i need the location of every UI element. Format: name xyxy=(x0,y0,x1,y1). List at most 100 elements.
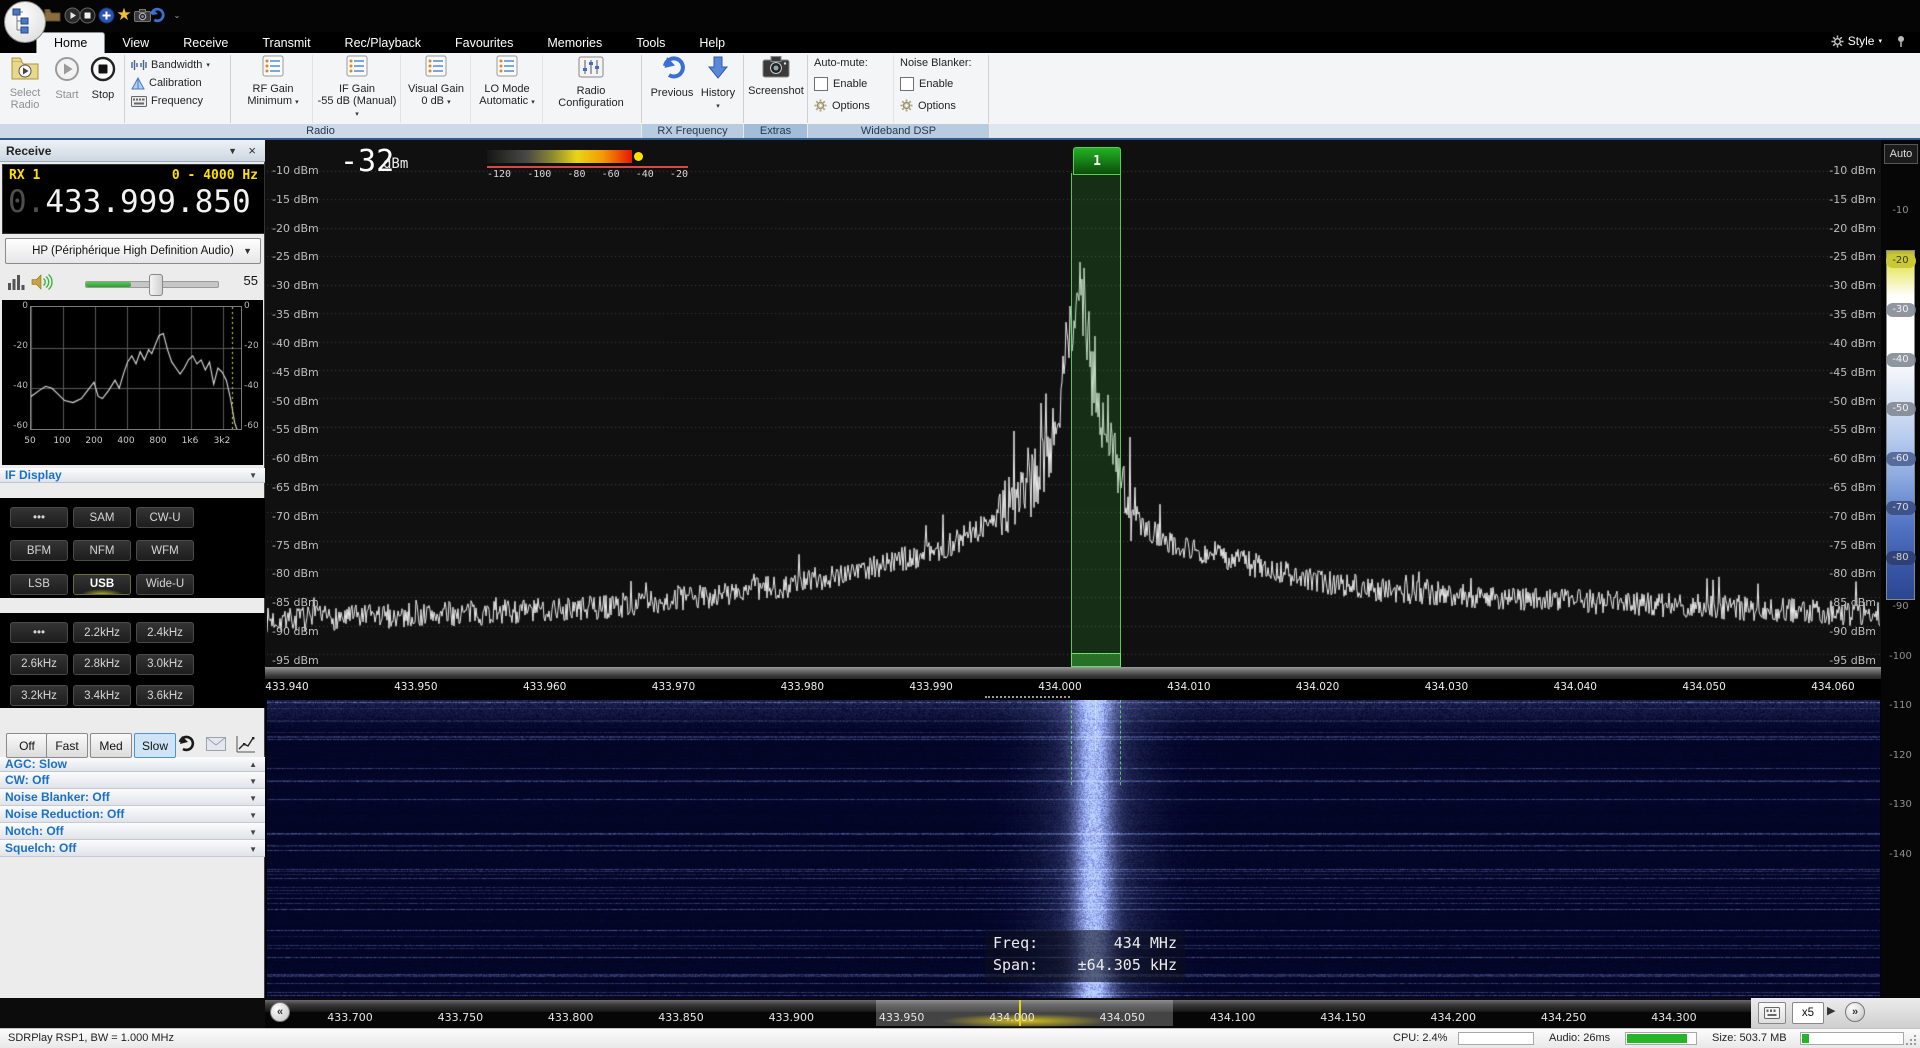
ribbon-tab[interactable]: Transmit xyxy=(245,33,327,53)
meter-tick: -100 xyxy=(527,169,552,180)
band-overview-bar[interactable]: 433.700 433.750 433.800 433.850 433.900 433.9… xyxy=(0,998,1920,1038)
noiseblanker-enable-checkbox[interactable]: Enable xyxy=(900,76,984,91)
ribbon-tab[interactable]: Tools xyxy=(619,33,682,53)
undo-icon[interactable] xyxy=(148,6,166,24)
resize-grip[interactable] xyxy=(1905,1034,1918,1047)
filter-button[interactable]: 3.2kHz xyxy=(10,685,68,707)
filter-button[interactable]: 2.6kHz xyxy=(10,653,68,675)
filter-button[interactable]: 2.8kHz xyxy=(73,653,131,675)
zoom-expand-icon[interactable]: ▶ xyxy=(1827,1004,1835,1017)
audio-device-select[interactable]: HP (Périphérique High Definition Audio) … xyxy=(5,238,261,264)
section-expand-icon[interactable]: ▼ xyxy=(249,842,257,858)
waterfall-display[interactable]: Freq: 434 MHz Span: ±64.305 kHz xyxy=(265,700,1881,998)
if-gain-button[interactable]: IF Gain -55 dB (Manual) ▾ xyxy=(316,55,398,121)
speaker-icon[interactable] xyxy=(31,273,53,291)
filter-button[interactable]: ••• xyxy=(10,622,68,643)
mode-button[interactable]: ••• xyxy=(10,507,68,528)
previous-button[interactable]: Previous xyxy=(648,55,696,99)
collapsed-section[interactable]: Noise Blanker: Off ▼ xyxy=(0,789,265,806)
agc-section[interactable]: AGC: Slow ▲ xyxy=(0,757,265,772)
section-expand-icon[interactable]: ▼ xyxy=(249,791,257,807)
favourite-star-icon[interactable]: ★ xyxy=(115,5,133,24)
bandwidth-button[interactable]: Bandwidth ▾ xyxy=(131,57,210,73)
collapsed-section[interactable]: Noise Reduction: Off ▼ xyxy=(0,806,265,823)
zoom-factor-button[interactable]: x5 xyxy=(1792,1002,1824,1024)
scroll-left-button[interactable]: « xyxy=(270,1002,290,1022)
mode-button[interactable]: LSB xyxy=(10,573,68,595)
collapsed-section[interactable]: Notch: Off ▼ xyxy=(0,823,265,840)
mode-button[interactable]: Wide-U xyxy=(136,573,194,595)
agc-button[interactable]: Med xyxy=(90,733,132,758)
ribbon-tab[interactable]: Rec/Playback xyxy=(328,33,438,53)
ribbon-tab[interactable]: View xyxy=(105,33,166,53)
mode-button[interactable]: WFM xyxy=(136,540,194,562)
mode-button[interactable]: BFM xyxy=(10,540,68,562)
automute-options-button[interactable]: Options xyxy=(814,98,890,113)
select-radio-button[interactable]: Select Radio xyxy=(4,55,46,111)
frequency-display[interactable]: RX 1 0 - 4000 Hz 0.433.999.850 xyxy=(2,164,265,234)
if-frequency-ruler[interactable]: 433.940 433.950 433.960 433.970 433.980 433.9… xyxy=(265,667,1881,700)
rf-gain-button[interactable]: RF Gain Minimum ▾ xyxy=(237,55,309,109)
visual-gain-button[interactable]: Visual Gain 0 dB ▾ xyxy=(404,55,468,109)
mode-button[interactable]: CW-U xyxy=(136,507,194,528)
agc-button[interactable]: Fast xyxy=(46,733,88,758)
automute-enable-checkbox[interactable]: Enable xyxy=(814,76,890,91)
ribbon-tab[interactable]: Home xyxy=(36,32,106,53)
equalizer-icon[interactable] xyxy=(7,274,25,291)
radio-configuration-button[interactable]: Radio Configuration xyxy=(546,55,636,109)
agc-button[interactable]: Off xyxy=(6,733,48,758)
zoom-controls: x5 ▶ » xyxy=(1751,998,1920,1028)
scroll-right-button[interactable]: » xyxy=(1845,1002,1865,1022)
mode-button[interactable]: USB xyxy=(73,573,131,595)
filter-button[interactable]: 2.4kHz xyxy=(136,622,194,643)
ribbon-tab[interactable]: Receive xyxy=(166,33,245,53)
filter-button[interactable]: 3.6kHz xyxy=(136,685,194,707)
collapsed-section[interactable]: CW: Off ▼ xyxy=(0,772,265,789)
collapsed-section[interactable]: Squelch: Off ▼ xyxy=(0,840,265,857)
mode-button[interactable]: SAM xyxy=(73,507,131,528)
tuning-marker[interactable]: 1 xyxy=(1073,147,1121,175)
filter-button[interactable]: 3.0kHz xyxy=(136,653,194,675)
section-expand-icon[interactable]: ▼ xyxy=(249,825,257,841)
frequency-button[interactable]: Frequency xyxy=(131,93,203,109)
pin-icon[interactable] xyxy=(1896,35,1906,47)
agc-envelope-icon[interactable] xyxy=(206,737,226,751)
stop-button[interactable]: Stop xyxy=(86,55,120,101)
tuning-band-footer[interactable] xyxy=(1071,653,1121,667)
section-expand-icon[interactable]: ▼ xyxy=(249,774,257,790)
lo-mode-button[interactable]: LO Mode Automatic ▾ xyxy=(474,55,540,109)
style-selector[interactable]: Style ▾ xyxy=(1831,34,1906,48)
audio-x-tick: 100 xyxy=(53,436,71,446)
section-expand-icon[interactable]: ▼ xyxy=(249,808,257,824)
agc-undo-icon[interactable] xyxy=(176,735,196,753)
stop-icon[interactable] xyxy=(78,6,96,24)
quickaccess-chevron-icon[interactable]: ⌄ xyxy=(168,6,186,24)
frequency-readout[interactable]: 0.433.999.850 xyxy=(8,184,251,220)
noiseblanker-options-button[interactable]: Options xyxy=(900,98,984,113)
filter-button[interactable]: 2.2kHz xyxy=(73,622,131,643)
screenshot-button[interactable]: Screenshot xyxy=(748,55,804,97)
filter-button[interactable]: 3.4kHz xyxy=(73,685,131,707)
panel-collapse-icon[interactable]: ▼ xyxy=(228,140,237,162)
if-display-section[interactable]: IF Display ▼ xyxy=(0,468,265,483)
panel-close-icon[interactable]: × xyxy=(248,140,256,162)
tuning-band[interactable] xyxy=(1071,173,1121,653)
frequency-entry-button[interactable] xyxy=(1758,1002,1786,1024)
waterfall-palette-gauge[interactable]: Auto -10 -20 -30 -40 -50 -60 -70 -80 -90 -100 -110… xyxy=(1881,140,1920,998)
mode-button[interactable]: NFM xyxy=(73,540,131,562)
start-button[interactable]: Start xyxy=(50,55,84,101)
history-button[interactable]: History ▾ xyxy=(698,55,738,113)
add-icon[interactable] xyxy=(97,6,115,24)
agc-button[interactable]: Slow xyxy=(134,733,176,758)
ribbon-tab[interactable]: Memories xyxy=(530,33,619,53)
app-logo[interactable] xyxy=(4,1,46,43)
gauge-auto-button[interactable]: Auto xyxy=(1884,144,1918,164)
volume-slider-track[interactable] xyxy=(85,274,219,296)
ribbon-tab[interactable]: Help xyxy=(682,33,742,53)
overview-freq-label: 434.300 xyxy=(1651,1011,1697,1024)
ribbon-tab[interactable]: Favourites xyxy=(438,33,530,53)
calibration-button[interactable]: Calibration xyxy=(131,75,202,91)
agc-graph-icon[interactable] xyxy=(236,735,256,753)
volume-slider-thumb[interactable] xyxy=(149,274,163,296)
spectrum-display[interactable]: -10 dBm -15 dBm -20 dBm -25 dBm -30 dBm -35 d… xyxy=(265,140,1881,667)
